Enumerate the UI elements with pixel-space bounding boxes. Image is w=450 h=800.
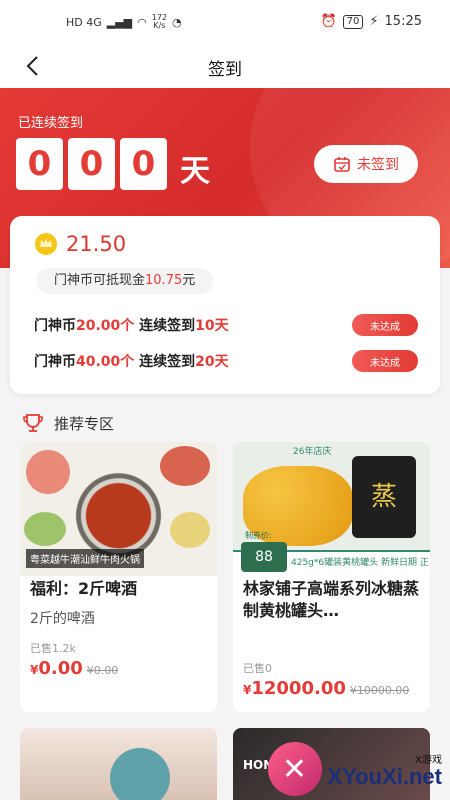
product-card[interactable]: 粤菜越牛潮汕鲜牛肉火锅 福利：2斤啤酒 2斤的啤酒 已售1.2k ¥0.00 ¥0… (20, 442, 217, 712)
reward-days: 10天 (195, 318, 229, 334)
reward-prefix: 门神币 (34, 354, 76, 370)
calendar-icon (334, 157, 350, 172)
product-image: 26年店庆 蒸 425g*6罐装黄桃罐头 新鲜日期 正品保证 闪电发货 制券价:… (233, 442, 430, 576)
streak-counter: 0 0 0 (16, 138, 167, 190)
watermark-text-group: X游戏 XYouXi.net (328, 751, 443, 788)
charging-icon: ⚡ (369, 14, 379, 29)
cash-prefix: 门神币可抵现金 (54, 273, 146, 288)
clock: 15:25 (384, 14, 422, 29)
product-image: 粤菜越牛潮汕鲜牛肉火锅 (20, 442, 217, 576)
streak-digit: 0 (68, 138, 115, 190)
reward-status-button[interactable]: 未达成 (352, 314, 418, 336)
streak-digit: 0 (16, 138, 63, 190)
alarm-icon: ⏰ (320, 14, 337, 29)
reward-days: 20天 (195, 354, 229, 370)
can-graphic: 蒸 (352, 456, 416, 538)
site-watermark: ✕ X游戏 XYouXi.net (267, 742, 443, 796)
price-tag-value: 88 (255, 549, 273, 565)
product-name: 福利：2斤啤酒 (30, 579, 138, 598)
streak-unit: 天 (180, 154, 210, 189)
signin-button-label: 未签到 (357, 157, 399, 173)
image-top-text: 26年店庆 (293, 447, 332, 457)
reward-coins: 40.00个 (76, 354, 135, 370)
watermark-brand: XYouXi.net (327, 763, 443, 789)
reward-prefix: 门神币 (34, 318, 76, 334)
reward-row: 门神币20.00个 连续签到10天 未达成 (34, 312, 418, 338)
status-bar: HD 4G ▂▄▆ ◠ 172 K/s ◔ ⏰ 70 ⚡ 15:25 (0, 0, 450, 44)
reward-text: 门神币20.00个 连续签到10天 (34, 315, 229, 335)
cash-suffix: 元 (182, 273, 196, 288)
signin-button[interactable]: 未签到 (314, 145, 418, 183)
streak-label: 已连续签到 (18, 116, 84, 131)
watermark-logo: ✕ (267, 742, 322, 796)
page-title: 签到 (208, 60, 242, 80)
image-caption: 粤菜越牛潮汕鲜牛肉火锅 (26, 549, 144, 568)
price-tag-label: 制券价: (245, 531, 272, 540)
speed-unit: K/s (153, 21, 166, 30)
cash-equivalent: 门神币可抵现金10.75元 (36, 268, 214, 294)
coin-card: 21.50 门神币可抵现金10.75元 门神币20.00个 连续签到10天 未达… (10, 216, 440, 394)
price-value: 0.00 (38, 658, 83, 679)
chat-icon: ◔ (172, 15, 182, 29)
recommended-section-header: 推荐专区 (22, 412, 114, 434)
streak-digit: 0 (120, 138, 167, 190)
product-price: ¥0.00 ¥0.00 (30, 658, 118, 679)
cash-value: 10.75 (145, 273, 183, 288)
price-value: 12000.00 (251, 678, 346, 699)
reward-status-button[interactable]: 未达成 (352, 350, 418, 372)
battery-indicator: 70 (342, 14, 364, 29)
trophy-icon (23, 414, 43, 432)
reward-middle: 连续签到 (139, 318, 196, 334)
product-card[interactable]: 26年店庆 蒸 425g*6罐装黄桃罐头 新鲜日期 正品保证 闪电发货 制券价:… (233, 442, 430, 712)
signal-icon: ▂▄▆ (106, 15, 133, 29)
coin-balance: 21.50 (34, 232, 126, 256)
original-price: ¥0.00 (86, 664, 119, 677)
section-title: 推荐专区 (54, 414, 115, 433)
status-left: HD 4G ▂▄▆ ◠ 172 K/s ◔ (66, 14, 182, 30)
network-speed: 172 K/s (152, 14, 167, 30)
reward-coins: 20.00个 (76, 318, 135, 334)
crown-coin-icon (35, 233, 57, 255)
reward-text: 门神币40.00个 连续签到20天 (34, 351, 229, 371)
wifi-icon: ◠ (137, 15, 147, 29)
product-name: 林家铺子高端系列冰糖蒸制黄桃罐头… (243, 579, 420, 620)
product-subtitle: 2斤的啤酒 (30, 611, 95, 627)
reward-middle: 连续签到 (139, 354, 196, 370)
coin-amount: 21.50 (66, 232, 127, 256)
product-card[interactable] (20, 728, 217, 800)
navigation-bar: 签到 (0, 44, 450, 88)
network-indicator: HD 4G (66, 15, 102, 29)
original-price: ¥10000.00 (349, 684, 410, 697)
price-tag: 制券价: 88 (241, 531, 287, 572)
status-right: ⏰ 70 ⚡ 15:25 (320, 14, 422, 29)
product-price: ¥12000.00 ¥10000.00 (243, 678, 409, 699)
reward-row: 门神币40.00个 连续签到20天 未达成 (34, 348, 418, 374)
sold-count: 已售0 (243, 662, 272, 675)
sold-count: 已售1.2k (30, 642, 76, 655)
